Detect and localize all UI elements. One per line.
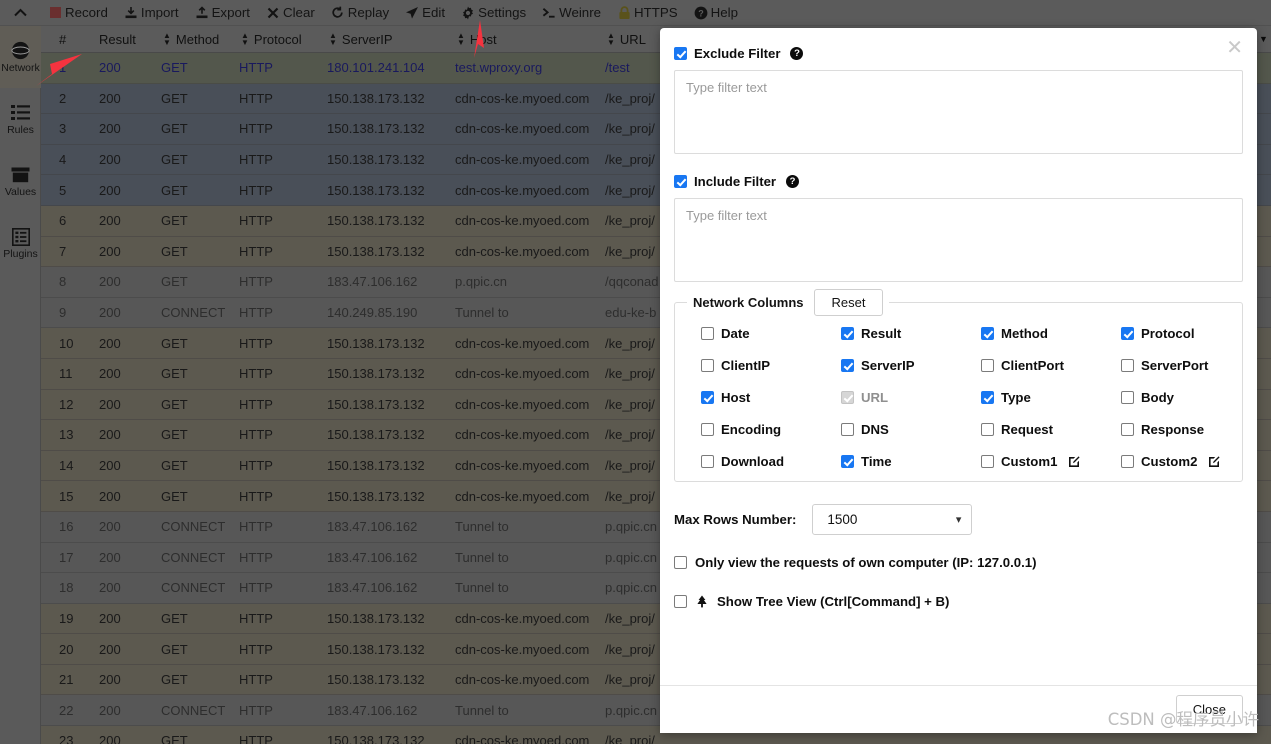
column-option-label: Date bbox=[721, 326, 750, 341]
column-option-dns[interactable]: DNS bbox=[841, 422, 981, 437]
tree-view-checkbox[interactable] bbox=[674, 595, 687, 608]
close-icon[interactable]: ✕ bbox=[1226, 38, 1243, 58]
checkbox-result[interactable] bbox=[841, 327, 854, 340]
column-option-serverip[interactable]: ServerIP bbox=[841, 358, 981, 373]
edit-pencil-icon[interactable] bbox=[1208, 455, 1221, 468]
include-filter-checkbox[interactable] bbox=[674, 175, 687, 188]
network-columns-grid: Date Result Method Protocol ClientIP ServerIP… bbox=[685, 326, 1232, 469]
column-option-label: ServerPort bbox=[1141, 358, 1209, 373]
exclude-filter-placeholder: Type filter text bbox=[686, 80, 767, 95]
include-filter-placeholder: Type filter text bbox=[686, 208, 767, 223]
column-option-type[interactable]: Type bbox=[981, 390, 1121, 405]
column-option-clientport[interactable]: ClientPort bbox=[981, 358, 1121, 373]
column-option-method[interactable]: Method bbox=[981, 326, 1121, 341]
checkbox-protocol[interactable] bbox=[1121, 327, 1134, 340]
column-option-body[interactable]: Body bbox=[1121, 390, 1257, 405]
checkbox-serverip[interactable] bbox=[841, 359, 854, 372]
checkbox-method[interactable] bbox=[981, 327, 994, 340]
include-filter-input[interactable]: Type filter text bbox=[674, 198, 1243, 282]
tree-view-label: Show Tree View (Ctrl[Command] + B) bbox=[717, 594, 950, 609]
own-computer-toggle[interactable]: Only view the requests of own computer (… bbox=[674, 555, 1243, 570]
checkbox-host[interactable] bbox=[701, 391, 714, 404]
tree-view-toggle[interactable]: Show Tree View (Ctrl[Command] + B) bbox=[674, 594, 1243, 609]
checkbox-custom2[interactable] bbox=[1121, 455, 1134, 468]
column-option-label: Custom1 bbox=[1001, 454, 1058, 469]
column-option-encoding[interactable]: Encoding bbox=[701, 422, 841, 437]
checkbox-dns[interactable] bbox=[841, 423, 854, 436]
column-option-label: Encoding bbox=[721, 422, 782, 437]
column-option-response[interactable]: Response bbox=[1121, 422, 1257, 437]
checkbox-date[interactable] bbox=[701, 327, 714, 340]
column-option-label: Custom2 bbox=[1141, 454, 1198, 469]
network-columns-title: Network Columns bbox=[693, 295, 804, 310]
watermark: CSDN @程序员小许 bbox=[1107, 710, 1259, 729]
column-option-serverport[interactable]: ServerPort bbox=[1121, 358, 1257, 373]
settings-dialog: ✕ Exclude Filter ? Type filter text Incl… bbox=[660, 28, 1257, 733]
column-option-label: Request bbox=[1001, 422, 1054, 437]
exclude-filter-checkbox[interactable] bbox=[674, 47, 687, 60]
column-option-clientip[interactable]: ClientIP bbox=[701, 358, 841, 373]
column-option-label: ClientIP bbox=[721, 358, 771, 373]
column-option-label: Response bbox=[1141, 422, 1205, 437]
checkbox-custom1[interactable] bbox=[981, 455, 994, 468]
network-columns-fieldset: Network Columns Reset Date Result Method Pr… bbox=[674, 289, 1243, 482]
network-columns-legend: Network Columns Reset bbox=[687, 289, 890, 316]
own-computer-label: Only view the requests of own computer (… bbox=[695, 555, 1037, 570]
column-option-label: URL bbox=[861, 390, 889, 405]
question-circle-icon[interactable]: ? bbox=[786, 175, 800, 188]
checkbox-response[interactable] bbox=[1121, 423, 1134, 436]
column-option-label: Result bbox=[861, 326, 902, 341]
column-option-label: Host bbox=[721, 390, 751, 405]
column-option-protocol[interactable]: Protocol bbox=[1121, 326, 1257, 341]
chevron-down-icon: ▾ bbox=[955, 514, 962, 526]
reset-columns-button[interactable]: Reset bbox=[813, 289, 884, 316]
exclude-filter-toggle[interactable]: Exclude Filter ? bbox=[674, 46, 1243, 61]
question-circle-icon[interactable]: ? bbox=[790, 47, 804, 60]
checkbox-url bbox=[841, 391, 854, 404]
checkbox-body[interactable] bbox=[1121, 391, 1134, 404]
column-option-host[interactable]: Host bbox=[701, 390, 841, 405]
own-computer-checkbox[interactable] bbox=[674, 556, 687, 569]
exclude-filter-label: Exclude Filter bbox=[694, 46, 781, 61]
column-option-result[interactable]: Result bbox=[841, 326, 981, 341]
exclude-filter-input[interactable]: Type filter text bbox=[674, 70, 1243, 154]
column-option-label: ClientPort bbox=[1001, 358, 1065, 373]
column-option-download[interactable]: Download bbox=[701, 454, 841, 469]
column-option-label: ServerIP bbox=[861, 358, 915, 373]
tree-icon bbox=[695, 595, 709, 609]
max-rows-label: Max Rows Number: bbox=[674, 512, 797, 527]
checkbox-clientport[interactable] bbox=[981, 359, 994, 372]
max-rows-select[interactable]: 1500 ▾ bbox=[812, 504, 973, 535]
checkbox-request[interactable] bbox=[981, 423, 994, 436]
max-rows-value: 1500 bbox=[827, 512, 858, 527]
max-rows-row: Max Rows Number: 1500 ▾ bbox=[674, 504, 1243, 535]
column-option-request[interactable]: Request bbox=[981, 422, 1121, 437]
column-option-label: Download bbox=[721, 454, 785, 469]
column-option-label: Protocol bbox=[1141, 326, 1195, 341]
checkbox-clientip[interactable] bbox=[701, 359, 714, 372]
edit-pencil-icon[interactable] bbox=[1068, 455, 1081, 468]
column-option-label: Time bbox=[861, 454, 892, 469]
column-option-time[interactable]: Time bbox=[841, 454, 981, 469]
checkbox-time[interactable] bbox=[841, 455, 854, 468]
column-option-label: Method bbox=[1001, 326, 1048, 341]
column-option-label: DNS bbox=[861, 422, 889, 437]
include-filter-toggle[interactable]: Include Filter ? bbox=[674, 174, 1243, 189]
app-root: Record Import Export Clear Replay Edit S… bbox=[0, 0, 1271, 744]
column-option-url: URL bbox=[841, 390, 981, 405]
checkbox-serverport[interactable] bbox=[1121, 359, 1134, 372]
checkbox-download[interactable] bbox=[701, 455, 714, 468]
column-option-label: Type bbox=[1001, 390, 1031, 405]
include-filter-label: Include Filter bbox=[694, 174, 777, 189]
column-option-custom1[interactable]: Custom1 bbox=[981, 454, 1121, 469]
column-option-custom2[interactable]: Custom2 bbox=[1121, 454, 1257, 469]
column-option-label: Body bbox=[1141, 390, 1174, 405]
checkbox-type[interactable] bbox=[981, 391, 994, 404]
column-option-date[interactable]: Date bbox=[701, 326, 841, 341]
checkbox-encoding[interactable] bbox=[701, 423, 714, 436]
